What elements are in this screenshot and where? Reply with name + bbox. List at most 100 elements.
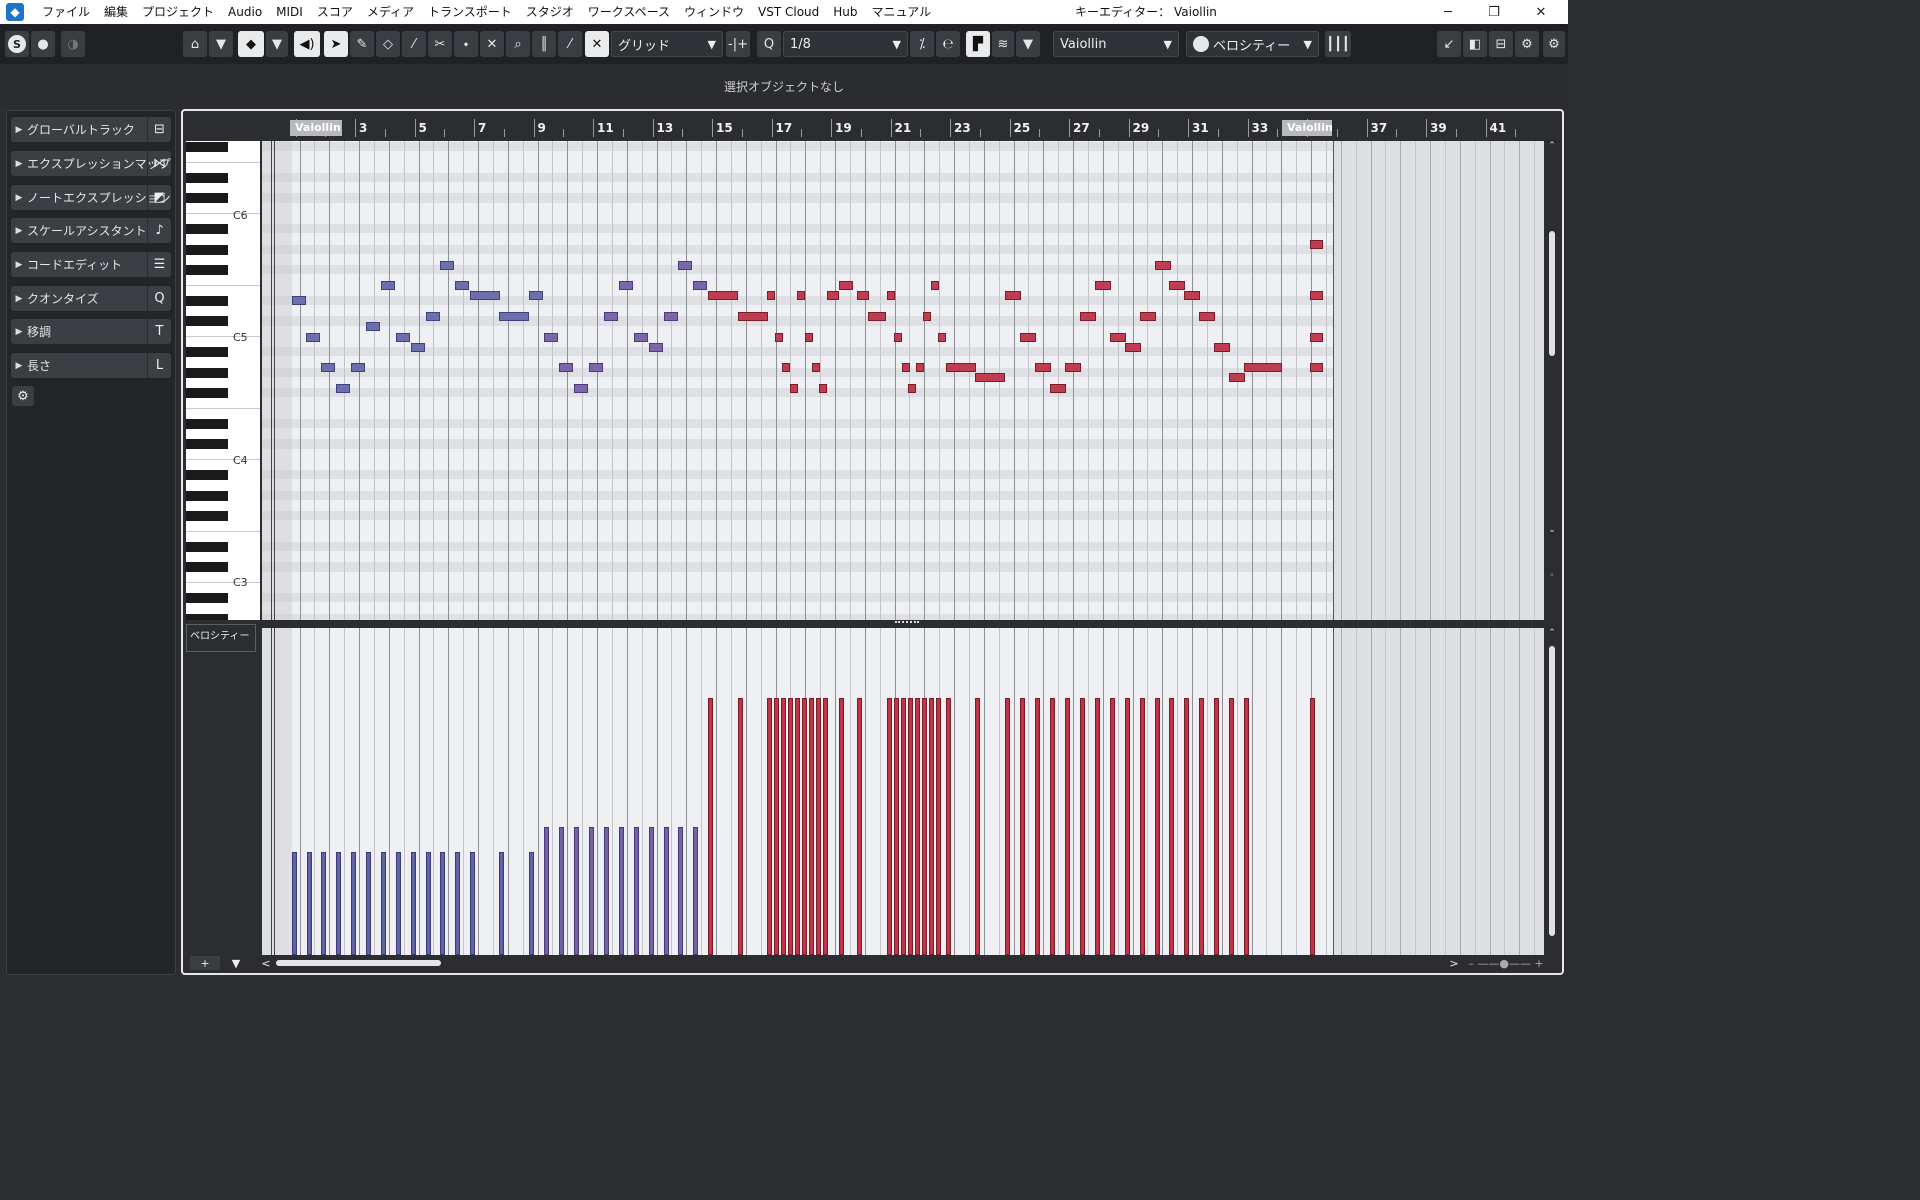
velocity-bar[interactable] <box>1005 698 1010 955</box>
midi-note[interactable] <box>1310 240 1323 249</box>
midi-note[interactable] <box>366 322 380 331</box>
velocity-bar[interactable] <box>894 698 899 955</box>
black-key[interactable] <box>186 439 228 450</box>
menu-item[interactable]: Audio <box>221 0 269 24</box>
midi-note[interactable] <box>975 373 1005 382</box>
restore-button[interactable]: ❐ <box>1471 0 1517 24</box>
midi-note[interactable] <box>455 281 469 290</box>
velocity-bar[interactable] <box>307 852 312 955</box>
velocity-bar[interactable] <box>604 827 609 955</box>
menu-item[interactable]: MIDI <box>269 0 310 24</box>
black-key[interactable] <box>186 388 228 398</box>
velocity-bar[interactable] <box>1035 698 1040 955</box>
velocity-bar[interactable] <box>396 852 401 955</box>
midi-note[interactable] <box>1184 291 1200 300</box>
layout-inspector-button[interactable]: ◧ <box>1463 31 1487 57</box>
menu-item[interactable]: メディア <box>360 0 421 24</box>
midi-note[interactable] <box>1065 363 1081 372</box>
velocity-bar[interactable] <box>901 698 906 955</box>
velocity-lane-label[interactable]: ベロシティー <box>186 624 256 652</box>
menu-item[interactable]: スコア <box>310 0 360 24</box>
velocity-bar[interactable] <box>559 827 564 955</box>
velocity-bar[interactable] <box>574 827 579 955</box>
velocity-bar[interactable] <box>936 698 941 955</box>
midi-note[interactable] <box>604 312 618 321</box>
midi-note[interactable] <box>306 333 320 342</box>
lanes-dropdown[interactable]: ▼ <box>1016 31 1040 57</box>
eraser-tool[interactable]: ◇ <box>376 31 400 57</box>
midi-note[interactable] <box>426 312 440 321</box>
midi-note[interactable] <box>1229 373 1245 382</box>
menu-item[interactable]: プロジェクト <box>135 0 221 24</box>
velocity-bar[interactable] <box>619 827 624 955</box>
velocity-bar[interactable] <box>1125 698 1130 955</box>
midi-note[interactable] <box>336 384 350 393</box>
speaker-button[interactable]: ◀) <box>294 31 320 57</box>
note-vertical-scrollbar[interactable]: ⌃ ⌄ ◦ <box>1546 141 1558 620</box>
velocity-bar[interactable] <box>839 698 844 955</box>
midi-note[interactable] <box>1140 312 1156 321</box>
velocity-bar[interactable] <box>922 698 927 955</box>
midi-note[interactable] <box>1214 343 1230 352</box>
black-key[interactable] <box>186 367 228 378</box>
scroll-up-icon[interactable]: ⌃ <box>1546 141 1558 151</box>
midi-note[interactable] <box>827 291 839 300</box>
part-end-label[interactable]: Vaiollin <box>1282 120 1333 136</box>
black-key[interactable] <box>186 265 228 275</box>
midi-note[interactable] <box>1199 312 1215 321</box>
listen-button[interactable]: ◑ <box>61 31 85 57</box>
menu-item[interactable]: ワークスペース <box>581 0 677 24</box>
draw-tool[interactable]: ⁄ <box>558 31 582 57</box>
velocity-bar[interactable] <box>426 852 431 955</box>
velocity-bar[interactable] <box>1065 698 1070 955</box>
velocity-bar[interactable] <box>816 698 821 955</box>
inspector-section-quantize[interactable]: ▶ クオンタイズ Q <box>11 286 171 311</box>
lane-splitter[interactable] <box>260 620 1544 628</box>
midi-note[interactable] <box>619 281 633 290</box>
menu-item[interactable]: ウィンドウ <box>677 0 751 24</box>
velocity-bar[interactable] <box>470 852 475 955</box>
midi-note[interactable] <box>1050 384 1066 393</box>
velocity-bar[interactable] <box>767 698 772 955</box>
horizontal-scroll-thumb[interactable] <box>276 960 441 966</box>
black-key[interactable] <box>186 470 228 480</box>
midi-note[interactable] <box>931 281 939 290</box>
app-logo-icon[interactable]: ◆ <box>3 0 27 24</box>
splitter-grip[interactable] <box>895 621 919 625</box>
midi-note[interactable] <box>916 363 924 372</box>
ruler[interactable]: 357911131517192123252729313335373941Vaio… <box>260 117 1544 139</box>
midi-note[interactable] <box>440 261 454 270</box>
velocity-bar[interactable] <box>708 698 713 955</box>
velocity-bar[interactable] <box>589 827 594 955</box>
zoom-slider-icon[interactable]: ◦ <box>1546 571 1558 581</box>
velocity-bar[interactable] <box>1095 698 1100 955</box>
autoscroll-button[interactable]: ⌂ <box>183 31 207 57</box>
velocity-bar[interactable] <box>544 827 549 955</box>
midi-note[interactable] <box>819 384 827 393</box>
menu-item[interactable]: マニュアル <box>865 0 939 24</box>
settings-button[interactable]: ⚙ <box>1543 31 1565 57</box>
inspector-section-scale-assistant[interactable]: ▶ スケールアシスタント ♪ <box>11 218 171 243</box>
velocity-bar[interactable] <box>946 698 951 955</box>
velocity-bar[interactable] <box>1229 698 1234 955</box>
midi-note[interactable] <box>812 363 820 372</box>
midi-note[interactable] <box>664 312 678 321</box>
black-key[interactable] <box>186 172 228 183</box>
inspector-section-length[interactable]: ▶ 長さ L <box>11 353 171 378</box>
midi-note[interactable] <box>1110 333 1126 342</box>
midi-note[interactable] <box>649 343 663 352</box>
velocity-vertical-scrollbar[interactable]: ⌃ <box>1546 628 1558 955</box>
line-tool[interactable]: ║ <box>532 31 556 57</box>
midi-note[interactable] <box>839 281 853 290</box>
velocity-bar[interactable] <box>774 698 779 955</box>
midi-note[interactable] <box>923 312 931 321</box>
layout-lower-button[interactable]: ⊟ <box>1489 31 1513 57</box>
quantize-button[interactable]: Q <box>757 31 781 57</box>
midi-note[interactable] <box>574 384 588 393</box>
snap-mode-select[interactable]: グリッド ▼ <box>611 31 723 57</box>
midi-note[interactable] <box>1125 343 1141 352</box>
velocity-lane[interactable] <box>262 628 1544 955</box>
midi-note[interactable] <box>1310 333 1323 342</box>
scroll-thumb[interactable] <box>1549 231 1555 356</box>
velocity-bar[interactable] <box>693 827 698 955</box>
